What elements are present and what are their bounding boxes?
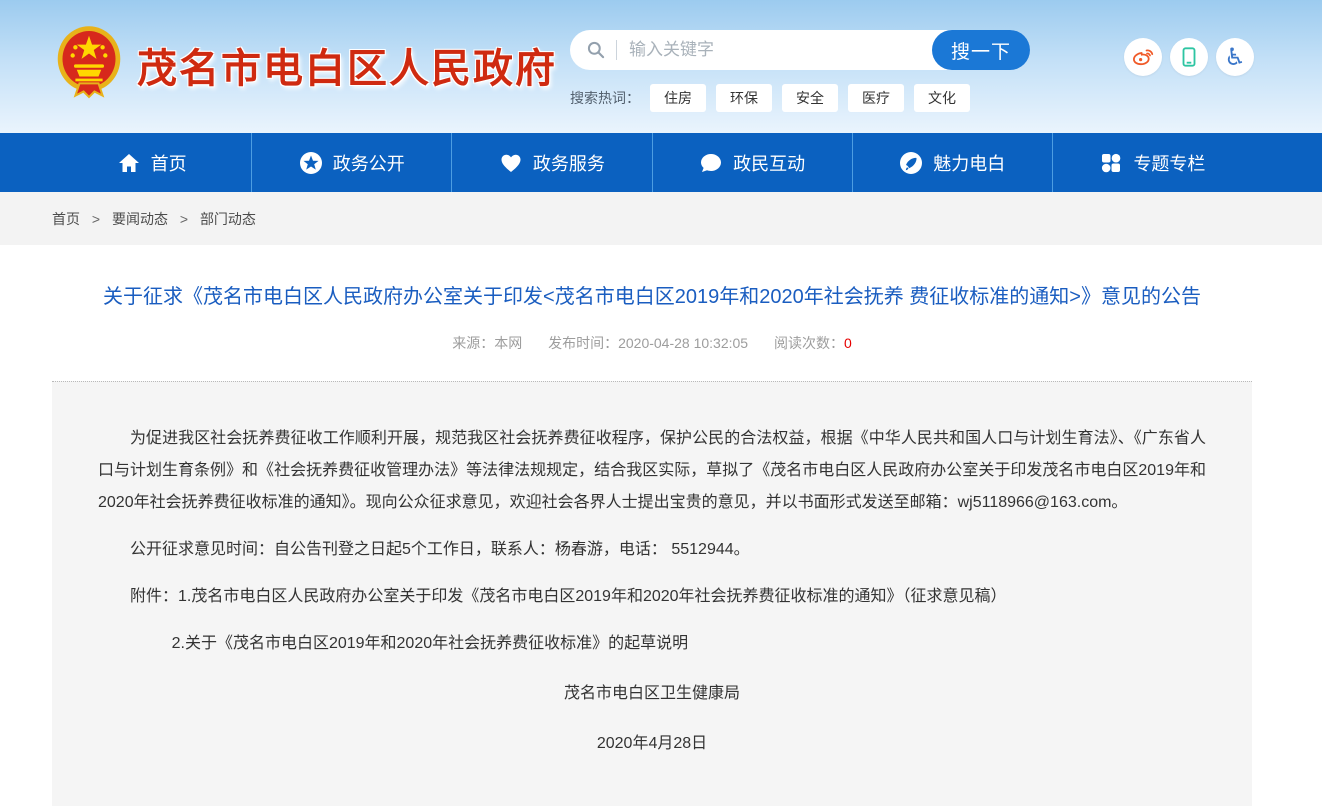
article-paragraph-attachment-2: 2.关于《茂名市电白区2019年和2020年社会抚养费征收标准》的起草说明	[98, 628, 1206, 660]
site-title: 茂名市电白区人民政府	[137, 36, 557, 94]
hot-word-culture[interactable]: 文化	[914, 84, 970, 112]
article-body-panel: 为促进我区社会抚养费征收工作顺利开展，规范我区社会抚养费征收程序，保护公民的合法…	[52, 381, 1252, 806]
weibo-link[interactable]	[1124, 38, 1162, 76]
main-nav: 首页 政务公开 政务服务 政民互动 魅力电白	[0, 133, 1322, 192]
main-nav-inner: 首页 政务公开 政务服务 政民互动 魅力电白	[52, 133, 1252, 192]
heart-icon	[499, 151, 523, 175]
article-signature: 茂名市电白区卫生健康局	[98, 678, 1206, 710]
nav-item-interaction[interactable]: 政民互动	[653, 133, 853, 192]
hot-words-row: 搜索热词： 住房 环保 安全 医疗 文化	[570, 84, 1030, 112]
nav-label: 魅力电白	[933, 150, 1005, 176]
hot-word-environment[interactable]: 环保	[716, 84, 772, 112]
breadcrumb-home[interactable]: 首页	[52, 211, 80, 227]
nav-label: 专题专栏	[1133, 150, 1205, 176]
quick-icons: ♿	[1116, 38, 1254, 76]
home-icon	[117, 151, 141, 175]
breadcrumb-news[interactable]: 要闻动态	[112, 211, 168, 227]
article-publish-time: 发布时间：2020-04-28 10:32:05	[548, 335, 748, 351]
nav-item-gov-info[interactable]: 政务公开	[252, 133, 452, 192]
nav-label: 政务服务	[533, 150, 605, 176]
star-circle-icon	[299, 151, 323, 175]
nav-label: 政务公开	[333, 150, 405, 176]
article-paragraph-attachment-1: 附件：1.茂名市电白区人民政府办公室关于印发《茂名市电白区2019年和2020年…	[98, 581, 1206, 613]
breadcrumb: 首页 > 要闻动态 > 部门动态	[52, 209, 256, 229]
hot-word-housing[interactable]: 住房	[650, 84, 706, 112]
chat-bubble-icon	[699, 151, 723, 175]
nav-label: 首页	[151, 150, 187, 176]
page-header: 茂名市电白区人民政府 搜一下 搜索热词： 住房 环保 安全 医疗 文化	[0, 0, 1322, 133]
article-views-count: 0	[844, 335, 852, 351]
article-source: 来源：本网	[452, 335, 522, 351]
nav-item-charm-dianbai[interactable]: 魅力电白	[853, 133, 1053, 192]
search-zone: 搜一下 搜索热词： 住房 环保 安全 医疗 文化	[570, 30, 1030, 112]
article-paragraph: 公开征求意见时间：自公告刊登之日起5个工作日，联系人：杨春游，电话： 55129…	[98, 534, 1206, 566]
article-meta: 来源：本网 发布时间：2020-04-28 10:32:05 阅读次数：0	[52, 333, 1252, 353]
article-head: 关于征求《茂名市电白区人民政府办公室关于印发<茂名市电白区2019年和2020年…	[52, 281, 1252, 353]
breadcrumb-separator: >	[180, 211, 188, 227]
article-title: 关于征求《茂名市电白区人民政府办公室关于印发<茂名市电白区2019年和2020年…	[52, 281, 1252, 313]
grid-icon	[1099, 151, 1123, 175]
breadcrumb-bar: 首页 > 要闻动态 > 部门动态	[0, 192, 1322, 245]
weibo-icon	[1131, 45, 1155, 69]
article-views-label: 阅读次数：	[774, 335, 844, 351]
accessibility-icon: ♿	[1224, 45, 1246, 69]
article-date: 2020年4月28日	[98, 728, 1206, 760]
accessibility-link[interactable]: ♿	[1216, 38, 1254, 76]
hot-word-medical[interactable]: 医疗	[848, 84, 904, 112]
breadcrumb-separator: >	[92, 211, 100, 227]
site-brand[interactable]: 茂名市电白区人民政府	[55, 24, 557, 106]
search-bar: 搜一下	[570, 30, 1030, 70]
hot-word-safety[interactable]: 安全	[782, 84, 838, 112]
hot-words-label: 搜索热词：	[570, 88, 640, 108]
search-divider	[616, 40, 617, 60]
search-icon	[586, 40, 606, 60]
compass-circle-icon	[899, 151, 923, 175]
article-paragraph: 为促进我区社会抚养费征收工作顺利开展，规范我区社会抚养费征收程序，保护公民的合法…	[98, 423, 1206, 519]
nav-item-special-topics[interactable]: 专题专栏	[1053, 133, 1252, 192]
search-button[interactable]: 搜一下	[932, 30, 1030, 70]
nav-label: 政民互动	[733, 150, 805, 176]
search-input[interactable]	[629, 40, 869, 60]
nav-item-home[interactable]: 首页	[52, 133, 252, 192]
mobile-version-link[interactable]	[1170, 38, 1208, 76]
article-views: 阅读次数：0	[774, 335, 852, 351]
mobile-icon	[1178, 46, 1200, 68]
national-emblem-logo	[55, 24, 123, 106]
nav-item-gov-services[interactable]: 政务服务	[452, 133, 652, 192]
breadcrumb-department-news[interactable]: 部门动态	[200, 211, 256, 227]
